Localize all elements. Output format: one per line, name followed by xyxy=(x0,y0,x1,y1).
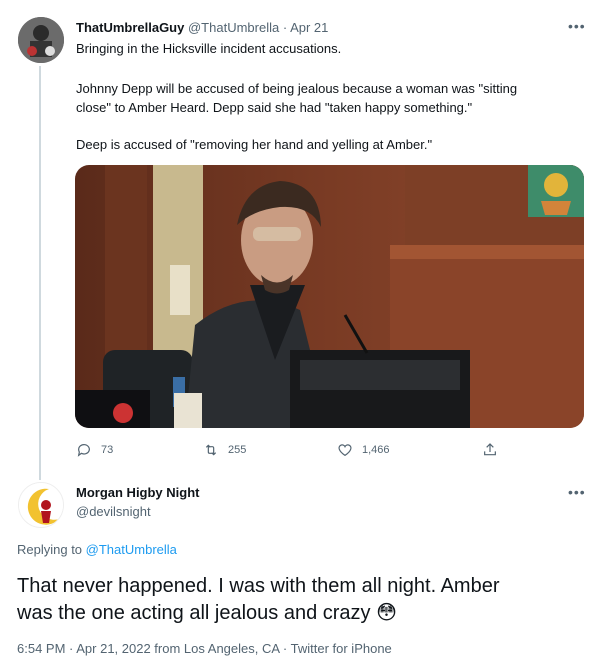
share-icon xyxy=(484,443,496,456)
more-icon[interactable]: ••• xyxy=(568,18,586,34)
tweet1-text-line3: close" to Amber Heard. Depp said she had… xyxy=(76,100,473,115)
replying-to-line: Replying to @ThatUmbrella xyxy=(17,542,177,557)
like-button[interactable]: 1,466 xyxy=(337,442,390,458)
like-count: 1,466 xyxy=(362,444,390,456)
share-button[interactable] xyxy=(482,442,498,458)
tweet2-timestamp[interactable]: 6:54 PM · Apr 21, 2022 from Los Angeles,… xyxy=(17,641,392,656)
reply-icon xyxy=(77,444,90,457)
tweet2-handle[interactable]: @devilsnight xyxy=(76,504,151,519)
reply-count: 73 xyxy=(101,444,114,456)
retweet-button[interactable]: 255 xyxy=(203,442,246,458)
reply-button[interactable]: 73 xyxy=(76,442,113,458)
tweet1-display-name[interactable]: ThatUmbrellaGuy xyxy=(76,20,184,35)
tweet1-media-image[interactable] xyxy=(75,165,584,428)
tweet1-date[interactable]: Apr 21 xyxy=(290,20,328,35)
tweet2-text-line2: was the one acting all jealous and crazy xyxy=(17,602,371,624)
thread-connector-line xyxy=(39,66,41,480)
tweet2-text-line2-wrap: was the one acting all jealous and crazy… xyxy=(17,599,397,627)
tweet2-text-line1: That never happened. I was with them all… xyxy=(17,575,500,597)
avatar-thatumbrellaguy[interactable] xyxy=(18,17,64,63)
retweet-count: 255 xyxy=(228,444,247,456)
tweet1-header: ThatUmbrellaGuy @ThatUmbrella · Apr 21 xyxy=(76,20,328,35)
flushed-face-emoji: 😳 xyxy=(376,602,397,624)
replying-to-link[interactable]: @ThatUmbrella xyxy=(86,542,177,557)
retweet-icon xyxy=(205,444,217,456)
tweet1-text-line4: Deep is accused of "removing her hand an… xyxy=(76,137,433,152)
tweet2-display-name[interactable]: Morgan Higby Night xyxy=(76,485,200,500)
avatar-devilsnight[interactable] xyxy=(18,482,64,528)
tweet1-handle[interactable]: @ThatUmbrella xyxy=(188,20,279,35)
tweet1-text-line2: Johnny Depp will be accused of being jea… xyxy=(76,81,518,96)
tweet1-separator: · xyxy=(282,20,288,35)
like-icon xyxy=(338,444,352,457)
more-icon[interactable]: ••• xyxy=(568,484,586,500)
replying-to-prefix: Replying to xyxy=(17,542,83,557)
tweet1-text-line1: Bringing in the Hicksville incident accu… xyxy=(76,41,342,56)
